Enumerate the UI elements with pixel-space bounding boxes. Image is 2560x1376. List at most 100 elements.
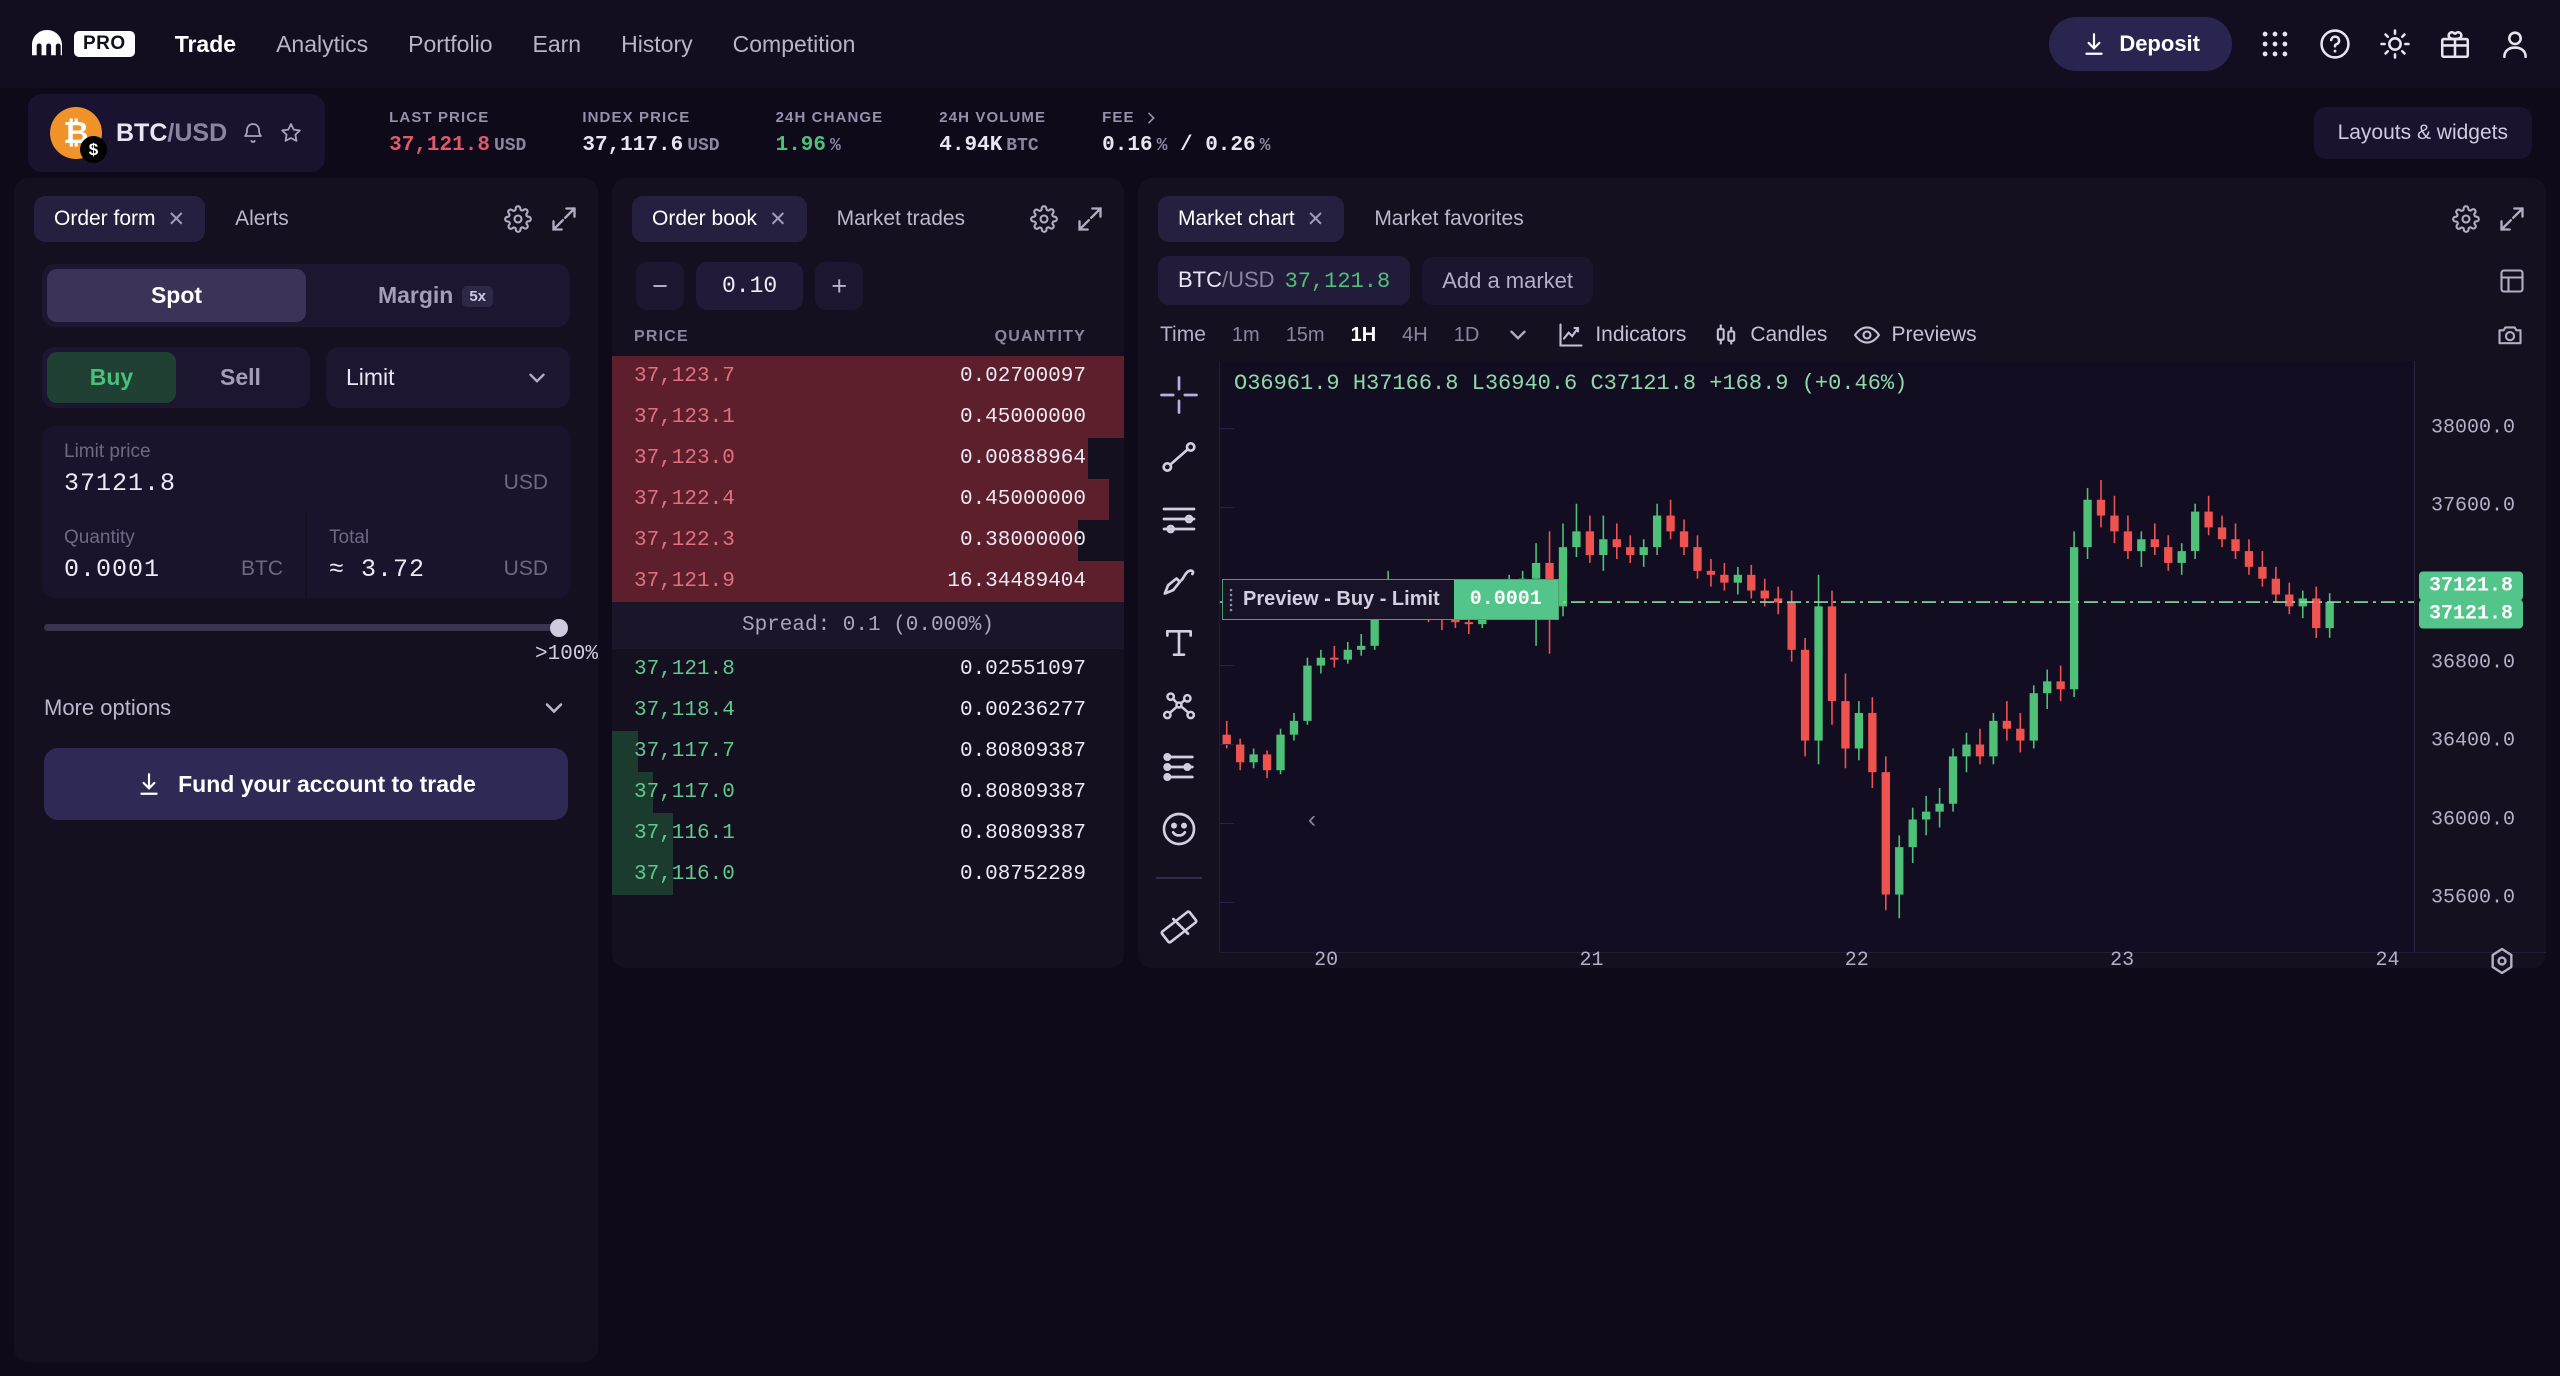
- time-axis[interactable]: 20 21 22 23 24: [1220, 947, 2546, 974]
- orderbook-row[interactable]: 37,123.0 0.00888964: [612, 438, 1124, 479]
- eye-icon: [1854, 326, 1881, 344]
- order-preview-tag[interactable]: Preview - Buy - Limit 0.0001: [1222, 579, 1559, 621]
- orderbook-row[interactable]: 37,121.9 16.34489404: [612, 561, 1124, 602]
- ruler-icon[interactable]: [1159, 907, 1199, 947]
- limit-price-input[interactable]: 37121.8: [64, 469, 504, 498]
- expand-icon[interactable]: [1076, 205, 1104, 233]
- order-type-select[interactable]: Limit: [326, 347, 570, 408]
- orderbook-row[interactable]: 37,117.0 0.80809387: [612, 772, 1124, 813]
- deposit-button[interactable]: Deposit: [2049, 17, 2232, 71]
- nav-link-trade[interactable]: Trade: [175, 31, 236, 58]
- timeframe-1m[interactable]: 1m: [1232, 324, 1260, 347]
- timeframe-15m[interactable]: 15m: [1286, 324, 1325, 347]
- nav-link-history[interactable]: History: [621, 31, 693, 58]
- fib-icon[interactable]: [1159, 747, 1199, 787]
- nav-link-analytics[interactable]: Analytics: [276, 31, 368, 58]
- theme-sun-icon[interactable]: [2378, 27, 2412, 61]
- previews-button[interactable]: Previews: [1853, 321, 1977, 349]
- user-account-icon[interactable]: [2498, 27, 2532, 61]
- timeframe-1d[interactable]: 1D: [1454, 324, 1480, 347]
- price-axis[interactable]: 38000.0 37600.0 36800.0 36400.0 36000.0 35600…: [2414, 361, 2546, 952]
- tab-market-chart[interactable]: Market chart ✕: [1158, 196, 1345, 242]
- crosshair-icon[interactable]: [1159, 375, 1199, 415]
- bell-icon[interactable]: [241, 121, 265, 145]
- text-icon[interactable]: [1159, 623, 1199, 663]
- tab-market-trades[interactable]: Market trades: [817, 196, 985, 242]
- limit-price-field[interactable]: Limit price 37121.8 USD: [42, 426, 570, 512]
- chart-collapse-arrow[interactable]: ‹: [1308, 806, 1316, 834]
- timeframe-1h[interactable]: 1H: [1351, 324, 1377, 347]
- tab-alerts[interactable]: Alerts: [215, 196, 309, 242]
- gear-icon[interactable]: [504, 205, 532, 233]
- mode-spot[interactable]: Spot: [47, 269, 306, 322]
- market-pair-selector[interactable]: ₿ $ BTC/USD: [28, 94, 326, 172]
- nav-link-competition[interactable]: Competition: [733, 31, 856, 58]
- nav-link-earn[interactable]: Earn: [532, 31, 581, 58]
- stat-value: 37,121.8 USD: [389, 134, 527, 157]
- fund-account-button[interactable]: Fund your account to trade: [44, 748, 568, 820]
- more-options-toggle[interactable]: More options: [44, 694, 568, 722]
- quantity-field[interactable]: Quantity 0.0001 BTC: [42, 512, 305, 598]
- side-and-type-row: Buy Sell Limit: [42, 347, 570, 408]
- tab-market-favorites[interactable]: Market favorites: [1354, 196, 1543, 242]
- decrease-grouping-button[interactable]: −: [636, 262, 684, 310]
- trend-line-icon[interactable]: [1159, 437, 1199, 477]
- chart-market-chip[interactable]: BTC/USD 37,121.8: [1158, 256, 1411, 305]
- close-icon[interactable]: ✕: [769, 209, 787, 230]
- pattern-icon[interactable]: [1159, 685, 1199, 725]
- candlestick-chart[interactable]: O36961.9 H37166.8 L36940.6 C37121.8 +168…: [1220, 361, 2414, 952]
- timeframe-4h[interactable]: 4H: [1402, 324, 1428, 347]
- quantity-input[interactable]: 0.0001: [64, 555, 241, 584]
- mode-margin[interactable]: Margin 5x: [306, 269, 565, 322]
- timeframe-more-chevron-down-icon[interactable]: [1505, 322, 1531, 348]
- star-favorite-icon[interactable]: [279, 121, 303, 145]
- total-field[interactable]: Total ≈ 3.72 USD: [307, 512, 570, 598]
- slider-track[interactable]: [44, 624, 568, 631]
- reset-view-target-icon[interactable]: [2486, 945, 2518, 977]
- expand-icon[interactable]: [550, 205, 578, 233]
- close-icon[interactable]: ✕: [168, 209, 186, 230]
- current-price-badge[interactable]: 37121.8: [2419, 571, 2524, 601]
- orderbook-row[interactable]: 37,117.7 0.80809387: [612, 731, 1124, 772]
- indicators-button[interactable]: Indicators: [1557, 321, 1686, 349]
- orderbook-row[interactable]: 37,116.0 0.08752289: [612, 854, 1124, 895]
- brand-logo[interactable]: PRO: [28, 29, 135, 59]
- nav-link-portfolio[interactable]: Portfolio: [408, 31, 492, 58]
- orderbook-row[interactable]: 37,122.4 0.45000000: [612, 479, 1124, 520]
- orderbook-row[interactable]: 37,118.4 0.00236277: [612, 690, 1124, 731]
- add-market-button[interactable]: Add a market: [1422, 256, 1594, 305]
- sell-button[interactable]: Sell: [176, 352, 305, 403]
- orderbook-row[interactable]: 37,123.7 0.02700097: [612, 356, 1124, 397]
- orderbook-row[interactable]: 37,123.1 0.45000000: [612, 397, 1124, 438]
- price-axis-tick: 35600.0: [2431, 886, 2516, 910]
- horizontal-lines-icon[interactable]: [1159, 499, 1199, 539]
- orderbook-row[interactable]: 37,122.3 0.38000000: [612, 520, 1124, 561]
- orderbook-row[interactable]: 37,116.1 0.80809387: [612, 813, 1124, 854]
- emoji-icon[interactable]: [1159, 809, 1199, 849]
- layouts-widgets-button[interactable]: Layouts & widgets: [2313, 107, 2532, 159]
- tab-order-book[interactable]: Order book ✕: [632, 196, 807, 242]
- buy-button[interactable]: Buy: [47, 352, 176, 403]
- stat-fee[interactable]: FEE 0.16% / 0.26%: [1074, 109, 1298, 157]
- brush-icon[interactable]: [1159, 561, 1199, 601]
- slider-thumb[interactable]: [550, 619, 568, 637]
- gear-icon[interactable]: [2452, 205, 2480, 233]
- chart-layout-grid-icon[interactable]: [2498, 267, 2526, 295]
- orderbook-row[interactable]: 37,121.8 0.02551097: [612, 649, 1124, 690]
- help-circle-icon[interactable]: [2318, 27, 2352, 61]
- chart-tabs: Market chart ✕ Market favorites: [1138, 178, 2546, 242]
- screenshot-camera-icon[interactable]: [2496, 321, 2524, 349]
- increase-grouping-button[interactable]: +: [815, 262, 864, 310]
- gift-icon[interactable]: [2438, 27, 2472, 61]
- apps-grid-icon[interactable]: [2258, 27, 2292, 61]
- expand-icon[interactable]: [2498, 205, 2526, 233]
- gear-icon[interactable]: [1030, 205, 1058, 233]
- candles-button[interactable]: Candles: [1712, 321, 1827, 349]
- orderbook-price: 37,122.4: [634, 488, 735, 511]
- drag-handle-icon[interactable]: [1223, 580, 1239, 620]
- current-price-badge[interactable]: 37121.8: [2419, 599, 2524, 629]
- grouping-value[interactable]: 0.10: [696, 262, 804, 310]
- close-icon[interactable]: ✕: [1307, 209, 1325, 230]
- amount-slider[interactable]: [44, 619, 568, 637]
- tab-order-form[interactable]: Order form ✕: [34, 196, 206, 242]
